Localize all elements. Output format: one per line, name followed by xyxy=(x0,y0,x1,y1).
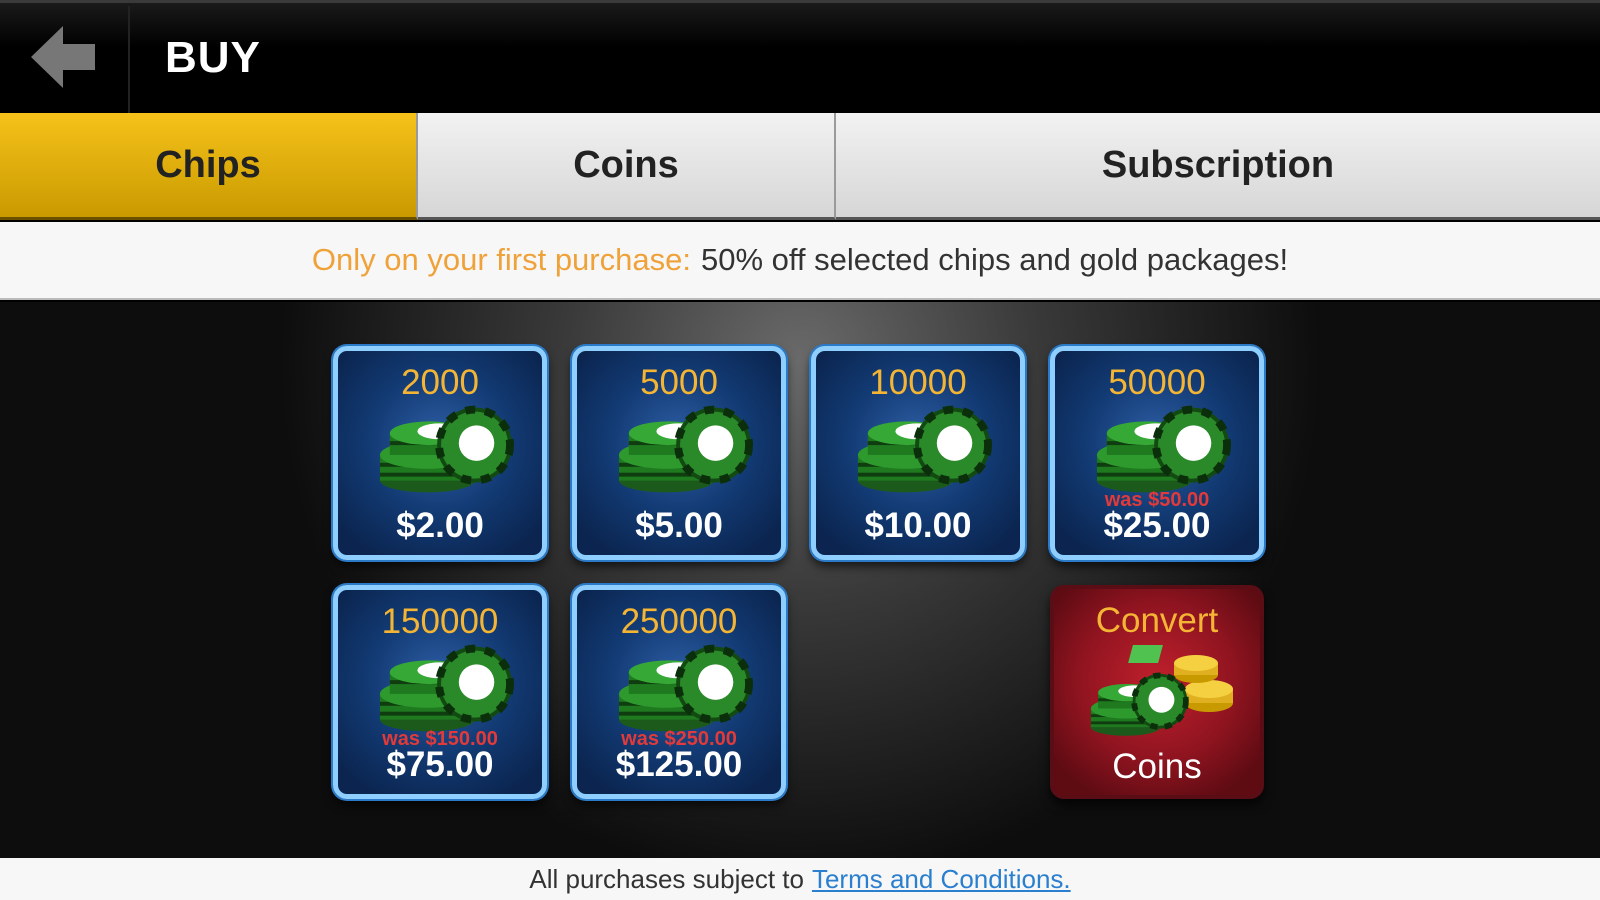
promo-banner: Only on your first purchase: 50% off sel… xyxy=(0,222,1600,300)
convert-title: Convert xyxy=(1095,601,1219,640)
package-tile-5000[interactable]: 5000 $5.00 xyxy=(572,346,786,560)
back-button[interactable] xyxy=(0,6,130,113)
package-amount: 150000 xyxy=(381,602,499,641)
page-title: BUY xyxy=(165,33,261,82)
promo-highlight: Only on your first purchase: xyxy=(311,242,691,277)
package-tile-150000[interactable]: 150000 was $150.00 $75.00 xyxy=(333,585,547,799)
terms-link[interactable]: Terms and Conditions. xyxy=(812,864,1071,895)
package-grid: 2000 $2.00 5000 $5.00 10000 $10.00 50000… xyxy=(0,302,1600,858)
tab-subscription[interactable]: Subscription xyxy=(836,113,1600,220)
convert-subtitle: Coins xyxy=(1112,747,1202,786)
package-tile-10000[interactable]: 10000 $10.00 xyxy=(811,346,1025,560)
chip-stack-icon xyxy=(854,403,992,498)
convert-coins-tile[interactable]: Convert Coins xyxy=(1050,585,1264,799)
convert-chips-to-coins-icon xyxy=(1084,645,1233,741)
footer: All purchases subject to Terms and Condi… xyxy=(0,858,1600,900)
package-price: $75.00 xyxy=(386,745,494,784)
tab-bar: Chips Coins Subscription xyxy=(0,113,1600,220)
package-amount: 10000 xyxy=(869,363,967,402)
chip-stack-icon xyxy=(615,403,753,498)
package-tile-50000[interactable]: 50000 was $50.00 $25.00 xyxy=(1050,346,1264,560)
chip-stack-icon xyxy=(1093,403,1231,498)
promo-text: 50% off selected chips and gold packages… xyxy=(700,242,1289,277)
chip-stack-icon xyxy=(376,403,514,498)
top-bar: BUY xyxy=(0,0,1600,113)
back-arrow-icon xyxy=(31,26,97,93)
package-amount: 250000 xyxy=(620,602,738,641)
package-tile-250000[interactable]: 250000 was $250.00 $125.00 xyxy=(572,585,786,799)
package-price: $25.00 xyxy=(1103,506,1211,545)
package-price: $10.00 xyxy=(864,506,972,545)
package-tile-2000[interactable]: 2000 $2.00 xyxy=(333,346,547,560)
tab-coins[interactable]: Coins xyxy=(418,113,836,220)
package-price: $125.00 xyxy=(615,745,743,784)
tab-chips[interactable]: Chips xyxy=(0,113,418,220)
package-amount: 5000 xyxy=(640,363,718,402)
package-price: $2.00 xyxy=(396,506,484,545)
package-price: $5.00 xyxy=(635,506,723,545)
package-amount: 50000 xyxy=(1108,363,1206,402)
chip-stack-icon xyxy=(615,642,753,737)
footer-text: All purchases subject to xyxy=(529,863,804,894)
package-amount: 2000 xyxy=(401,363,479,402)
chip-stack-icon xyxy=(376,642,514,737)
